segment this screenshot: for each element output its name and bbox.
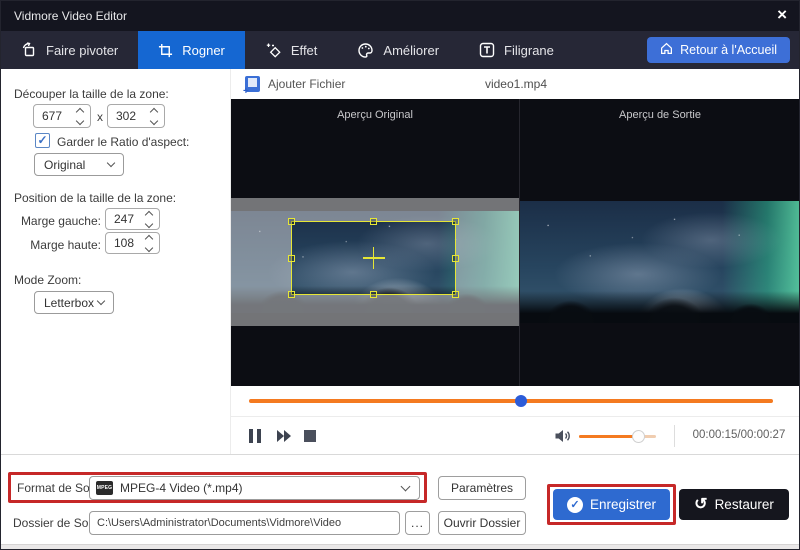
- output-panel: Format de Sortie: MPEG MPEG-4 Video (*.m…: [1, 454, 800, 544]
- ratio-dropdown[interactable]: Original: [34, 153, 124, 176]
- ratio-value: Original: [35, 158, 108, 172]
- seek-row: [231, 386, 800, 416]
- sparkle-icon: [265, 42, 282, 59]
- top-margin-stepper[interactable]: 108: [105, 232, 160, 254]
- output-preview-label: Aperçu de Sortie: [519, 109, 800, 121]
- app-window: Vidmore Video Editor × Faire pivoter Rog…: [0, 0, 800, 550]
- crop-icon: [158, 43, 173, 58]
- tab-label: Faire pivoter: [46, 43, 118, 58]
- rotate-icon: [21, 42, 37, 58]
- settings-button[interactable]: Paramètres: [438, 476, 526, 500]
- controls-divider: [674, 425, 675, 447]
- stop-button[interactable]: [304, 430, 316, 442]
- stepper-arrows-icon[interactable]: [143, 209, 159, 230]
- output-video-frame: [520, 201, 800, 323]
- keep-ratio-checkbox[interactable]: ✓: [35, 133, 50, 148]
- player-controls: 00:00:15/00:00:27: [231, 416, 800, 454]
- tab-faire-pivoter[interactable]: Faire pivoter: [1, 31, 138, 69]
- save-annotation-box: [547, 484, 676, 525]
- watermark-text-icon: [479, 42, 495, 58]
- zoom-mode-dropdown[interactable]: Letterbox: [34, 291, 114, 314]
- crop-handle-s[interactable]: [370, 291, 377, 298]
- stepper-arrows-icon[interactable]: [143, 233, 159, 254]
- output-folder-field[interactable]: C:\Users\Administrator\Documents\Vidmore…: [89, 511, 400, 535]
- tab-label: Effet: [291, 43, 318, 58]
- tab-filigrane[interactable]: Filigrane: [459, 31, 574, 69]
- top-margin-value: 108: [106, 236, 143, 250]
- tree-silhouette: [520, 291, 800, 323]
- original-preview-label: Aperçu Original: [231, 109, 519, 121]
- crop-width-stepper[interactable]: 677: [33, 104, 91, 128]
- time-display: 00:00:15/00:00:27: [683, 429, 795, 441]
- close-icon[interactable]: ×: [777, 5, 787, 25]
- window-title: Vidmore Video Editor: [14, 9, 127, 23]
- tab-bar: Faire pivoter Rogner Effet Améliorer Fil…: [1, 31, 799, 69]
- restore-button[interactable]: ↺ Restaurer: [679, 489, 789, 520]
- fast-forward-button[interactable]: [276, 429, 294, 448]
- pause-button[interactable]: [249, 429, 261, 443]
- crop-handle-sw[interactable]: [288, 291, 295, 298]
- palette-icon: [357, 42, 374, 59]
- crop-handle-e[interactable]: [452, 255, 459, 262]
- tab-label: Rogner: [182, 43, 225, 58]
- crop-width-value: 677: [34, 109, 74, 123]
- crop-height-value: 302: [108, 109, 148, 123]
- tab-label: Améliorer: [383, 43, 439, 58]
- back-to-home-button[interactable]: Retour à l'Accueil: [647, 37, 790, 63]
- volume-icon[interactable]: [554, 428, 572, 449]
- title-bar: Vidmore Video Editor ×: [1, 1, 799, 31]
- top-margin-label: Marge haute:: [1, 238, 101, 252]
- home-icon: [660, 42, 673, 58]
- crop-handle-se[interactable]: [452, 291, 459, 298]
- zoom-mode-label: Mode Zoom:: [14, 273, 81, 287]
- restore-button-label: Restaurer: [715, 497, 774, 512]
- stepper-arrows-icon[interactable]: [148, 106, 164, 127]
- open-folder-button[interactable]: Ouvrir Dossier: [438, 511, 526, 535]
- crop-height-stepper[interactable]: 302: [107, 104, 165, 128]
- chevron-down-icon: [107, 159, 115, 167]
- crop-size-label: Découper la taille de la zone:: [14, 87, 169, 101]
- file-name: video1.mp4: [231, 77, 800, 91]
- left-margin-value: 247: [106, 212, 143, 226]
- restore-arrow-icon: ↺: [694, 497, 707, 513]
- seek-thumb[interactable]: [515, 395, 527, 407]
- crop-handle-nw[interactable]: [288, 218, 295, 225]
- position-label: Position de la taille de la zone:: [14, 191, 176, 205]
- left-margin-label: Marge gauche:: [1, 214, 101, 228]
- left-margin-stepper[interactable]: 247: [105, 208, 160, 230]
- browse-folder-button[interactable]: ...: [405, 511, 430, 535]
- zoom-mode-value: Letterbox: [35, 296, 98, 310]
- tab-label: Filigrane: [504, 43, 554, 58]
- bottom-edge-strip: [1, 544, 800, 550]
- home-button-label: Retour à l'Accueil: [680, 43, 777, 57]
- crop-handle-w[interactable]: [288, 255, 295, 262]
- times-separator: x: [97, 110, 103, 124]
- tab-rogner[interactable]: Rogner: [138, 31, 245, 69]
- volume-thumb[interactable]: [632, 430, 645, 443]
- tab-ameliorer[interactable]: Améliorer: [337, 31, 459, 69]
- crop-handle-ne[interactable]: [452, 218, 459, 225]
- file-bar: video1.mp4 Ajouter Fichier: [231, 69, 800, 99]
- film-add-icon: [245, 76, 260, 92]
- preview-area: Aperçu Original Aperçu de Sortie: [231, 99, 800, 386]
- keep-ratio-label: Garder le Ratio d'aspect:: [57, 135, 189, 149]
- crop-selection-box[interactable]: [291, 221, 456, 295]
- chevron-down-icon: [97, 297, 105, 305]
- volume-slider[interactable]: [579, 435, 656, 438]
- tab-effet[interactable]: Effet: [245, 31, 338, 69]
- crop-handle-n[interactable]: [370, 218, 377, 225]
- original-video-frame: [231, 198, 519, 326]
- format-annotation-box: [8, 472, 427, 503]
- volume-fill: [579, 435, 638, 438]
- stepper-arrows-icon[interactable]: [74, 106, 90, 127]
- seek-bar[interactable]: [249, 399, 773, 403]
